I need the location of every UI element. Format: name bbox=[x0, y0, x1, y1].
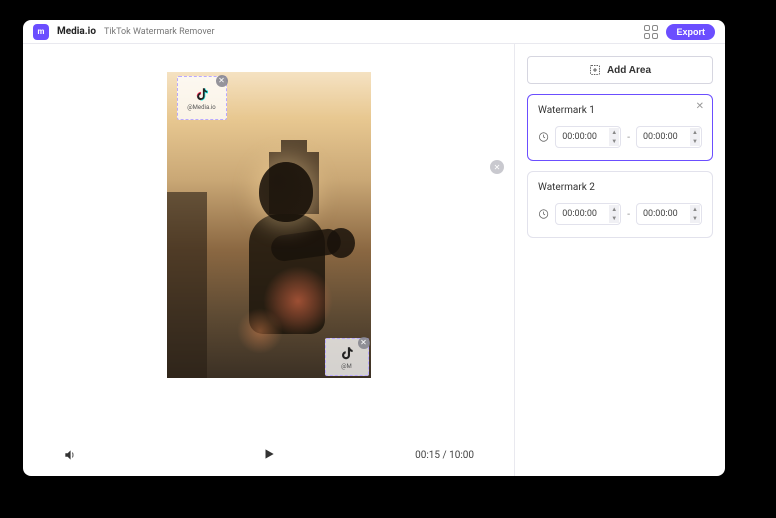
header-bar: m Media.io TikTok Watermark Remover Expo… bbox=[23, 20, 725, 44]
close-icon[interactable]: ✕ bbox=[358, 337, 370, 349]
end-time-input[interactable] bbox=[643, 132, 687, 142]
watermark-card-1[interactable]: ✕ Watermark 1 ▲ ▼ - bbox=[527, 94, 713, 161]
page-subtitle: TikTok Watermark Remover bbox=[104, 27, 215, 37]
app-window: m Media.io TikTok Watermark Remover Expo… bbox=[23, 20, 725, 476]
close-icon[interactable]: ✕ bbox=[216, 75, 228, 87]
play-icon[interactable] bbox=[262, 447, 276, 461]
tiktok-icon bbox=[338, 345, 356, 363]
watermark-card-title: Watermark 2 bbox=[538, 182, 702, 193]
step-down-icon[interactable]: ▼ bbox=[690, 137, 700, 146]
main-body: ✕ @Media.io ✕ @M bbox=[23, 44, 725, 476]
apps-grid-icon[interactable] bbox=[644, 25, 658, 39]
watermark-card-title: Watermark 1 bbox=[538, 105, 702, 116]
watermark-card-2[interactable]: Watermark 2 ▲ ▼ - bbox=[527, 171, 713, 238]
watermark-selection-1[interactable]: ✕ @Media.io bbox=[177, 76, 227, 120]
time-range-row: ▲ ▼ - ▲ ▼ bbox=[538, 203, 702, 225]
step-up-icon[interactable]: ▲ bbox=[609, 128, 619, 137]
step-up-icon[interactable]: ▲ bbox=[690, 128, 700, 137]
end-time-input-wrap: ▲ ▼ bbox=[636, 126, 702, 148]
time-range-row: ▲ ▼ - ▲ ▼ bbox=[538, 126, 702, 148]
side-panel: Add Area ✕ Watermark 1 ▲ ▼ bbox=[515, 44, 725, 476]
step-down-icon[interactable]: ▼ bbox=[690, 214, 700, 223]
step-up-icon[interactable]: ▲ bbox=[609, 205, 619, 214]
step-down-icon[interactable]: ▼ bbox=[609, 214, 619, 223]
range-separator: - bbox=[627, 132, 630, 143]
add-area-button[interactable]: Add Area bbox=[527, 56, 713, 84]
clock-icon bbox=[538, 208, 549, 220]
end-time-input-wrap: ▲ ▼ bbox=[636, 203, 702, 225]
step-down-icon[interactable]: ▼ bbox=[609, 137, 619, 146]
start-time-input-wrap: ▲ ▼ bbox=[555, 203, 621, 225]
add-area-label: Add Area bbox=[607, 65, 651, 76]
add-area-icon bbox=[589, 64, 601, 76]
clear-selection-icon[interactable]: ✕ bbox=[490, 160, 504, 174]
watermark-handle-text: @M bbox=[341, 363, 352, 370]
range-separator: - bbox=[627, 209, 630, 220]
start-time-input-wrap: ▲ ▼ bbox=[555, 126, 621, 148]
step-up-icon[interactable]: ▲ bbox=[690, 205, 700, 214]
clock-icon bbox=[538, 131, 549, 143]
time-stepper: ▲ ▼ bbox=[690, 205, 700, 223]
timecode-display: 00:15 / 10:00 bbox=[415, 450, 474, 461]
start-time-input[interactable] bbox=[562, 132, 606, 142]
brand-logo-icon: m bbox=[33, 24, 49, 40]
tiktok-icon bbox=[193, 86, 211, 104]
end-time-input[interactable] bbox=[643, 209, 687, 219]
preview-pane: ✕ @Media.io ✕ @M bbox=[23, 44, 515, 476]
volume-icon[interactable] bbox=[63, 448, 77, 462]
start-time-input[interactable] bbox=[562, 209, 606, 219]
watermark-handle-text: @Media.io bbox=[187, 104, 215, 111]
player-controls: 00:15 / 10:00 bbox=[23, 434, 514, 476]
watermark-selection-2[interactable]: ✕ @M bbox=[325, 338, 369, 376]
time-stepper: ▲ ▼ bbox=[609, 128, 619, 146]
brand-name: Media.io bbox=[57, 26, 96, 37]
time-stepper: ▲ ▼ bbox=[690, 128, 700, 146]
video-area: ✕ @Media.io ✕ @M bbox=[23, 44, 514, 434]
close-icon[interactable]: ✕ bbox=[696, 101, 704, 112]
video-frame[interactable]: ✕ @Media.io ✕ @M bbox=[167, 72, 371, 378]
time-stepper: ▲ ▼ bbox=[609, 205, 619, 223]
export-button[interactable]: Export bbox=[666, 24, 715, 40]
